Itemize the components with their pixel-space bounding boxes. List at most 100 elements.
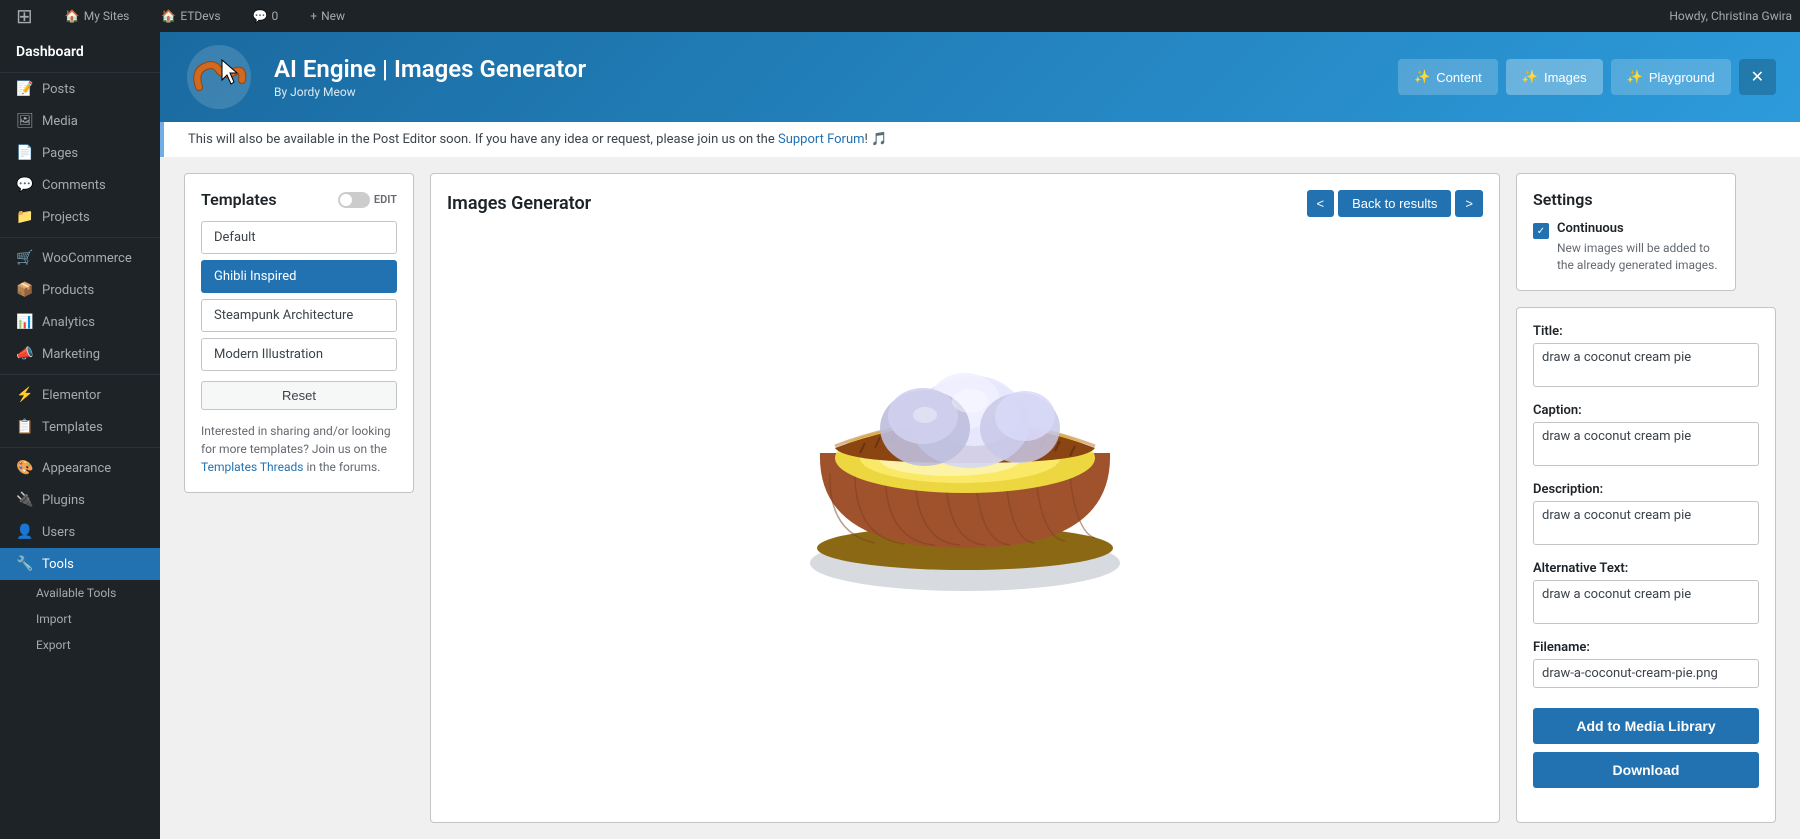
template-default[interactable]: Default <box>201 221 397 254</box>
nav-content-button[interactable]: ✨ Content <box>1398 59 1498 95</box>
edit-toggle-switch[interactable] <box>338 192 370 208</box>
prev-button[interactable]: < <box>1307 190 1335 217</box>
toggle-edit[interactable]: EDIT <box>338 192 397 208</box>
sidebar-item-products[interactable]: 📦 Products <box>0 274 160 306</box>
sidebar-item-elementor[interactable]: ⚡ Elementor <box>0 379 160 411</box>
description-input[interactable] <box>1533 501 1759 545</box>
sidebar-brand: Dashboard <box>0 32 160 73</box>
next-icon: > <box>1465 196 1473 211</box>
three-col-layout: Templates EDIT Default Ghibli Inspired S… <box>160 157 1800 839</box>
plugin-nav: ✨ Content ✨ Images ✨ Playground ✕ <box>1398 59 1776 95</box>
projects-icon: 📁 <box>16 209 34 225</box>
sidebar-item-analytics[interactable]: 📊 Analytics <box>0 306 160 338</box>
prev-icon: < <box>1317 196 1325 211</box>
templates-footer: Interested in sharing and/or looking for… <box>201 422 397 476</box>
sidebar-item-media[interactable]: 🖼 Media <box>0 105 160 137</box>
appearance-icon: 🎨 <box>16 460 34 476</box>
download-button[interactable]: Download <box>1533 752 1759 788</box>
plugin-title: AI Engine | Images Generator <box>274 55 1378 83</box>
title-label: Title: <box>1533 324 1759 339</box>
templates-panel: Templates EDIT Default Ghibli Inspired S… <box>184 173 414 493</box>
generator-header: Images Generator < Back to results > <box>447 190 1483 217</box>
admin-bar-comments[interactable]: 💬 0 <box>245 0 287 32</box>
caption-field-group: Caption: <box>1533 403 1759 470</box>
continuous-description: New images will be added to the already … <box>1557 240 1719 274</box>
sidebar-item-projects[interactable]: 📁 Projects <box>0 201 160 233</box>
templates-header: Templates EDIT <box>201 190 397 209</box>
tools-icon: 🔧 <box>16 556 34 572</box>
sidebar-sub-import[interactable]: Import <box>0 606 160 632</box>
close-icon: ✕ <box>1751 69 1764 86</box>
template-ghibli-inspired[interactable]: Ghibli Inspired <box>201 260 397 293</box>
continuous-label: Continuous <box>1557 221 1719 236</box>
template-steampunk-architecture[interactable]: Steampunk Architecture <box>201 299 397 332</box>
admin-bar-user: Howdy, Christina Gwira <box>1669 9 1792 23</box>
sidebar-item-plugins[interactable]: 🔌 Plugins <box>0 484 160 516</box>
image-container <box>447 233 1483 633</box>
users-icon: 👤 <box>16 524 34 540</box>
posts-icon: 📝 <box>16 81 34 97</box>
add-to-media-button[interactable]: Add to Media Library <box>1533 708 1759 744</box>
sidebar-item-pages[interactable]: 📄 Pages <box>0 137 160 169</box>
title-input[interactable] <box>1533 343 1759 387</box>
content-sparkle-icon: ✨ <box>1414 69 1430 85</box>
right-column: Settings ✓ Continuous New images will be… <box>1516 173 1776 823</box>
sidebar-item-users[interactable]: 👤 Users <box>0 516 160 548</box>
description-field-group: Description: <box>1533 482 1759 549</box>
settings-panel: Settings ✓ Continuous New images will be… <box>1516 173 1736 291</box>
settings-continuous-row: ✓ Continuous New images will be added to… <box>1533 221 1719 274</box>
sidebar-item-posts[interactable]: 📝 Posts <box>0 73 160 105</box>
nav-buttons: < Back to results > <box>1307 190 1483 217</box>
marketing-icon: 📣 <box>16 346 34 362</box>
form-fields-panel: Title: Caption: Description: Alternative… <box>1516 307 1776 823</box>
support-forum-link[interactable]: Support Forum <box>778 132 865 147</box>
admin-bar-new[interactable]: + New <box>302 0 353 32</box>
sidebar-item-comments[interactable]: 💬 Comments <box>0 169 160 201</box>
sidebar-sub-available-tools[interactable]: Available Tools <box>0 580 160 606</box>
sidebar-sub-export[interactable]: Export <box>0 632 160 658</box>
caption-input[interactable] <box>1533 422 1759 466</box>
pie-image <box>775 253 1155 613</box>
close-button[interactable]: ✕ <box>1739 59 1776 95</box>
filename-label: Filename: <box>1533 640 1759 655</box>
templates-threads-link[interactable]: Templates Threads <box>201 460 303 474</box>
back-to-results-button[interactable]: Back to results <box>1338 190 1451 217</box>
generator-panel: Images Generator < Back to results > <box>430 173 1500 823</box>
generator-title: Images Generator <box>447 193 591 214</box>
admin-bar-et-devs[interactable]: 🏠 ETDevs <box>153 0 228 32</box>
sidebar-item-templates[interactable]: 📋 Templates <box>0 411 160 443</box>
title-field-group: Title: <box>1533 324 1759 391</box>
sidebar-item-appearance[interactable]: 🎨 Appearance <box>0 452 160 484</box>
nav-images-button[interactable]: ✨ Images <box>1506 59 1603 95</box>
templates-icon: 📋 <box>16 419 34 435</box>
caption-label: Caption: <box>1533 403 1759 418</box>
media-icon: 🖼 <box>16 113 34 129</box>
sidebar-item-tools[interactable]: 🔧 Tools <box>0 548 160 580</box>
woocommerce-icon: 🛒 <box>16 250 34 266</box>
products-icon: 📦 <box>16 282 34 298</box>
continuous-checkbox[interactable]: ✓ <box>1533 223 1549 239</box>
filename-input[interactable] <box>1533 659 1759 688</box>
settings-title: Settings <box>1533 190 1719 209</box>
nav-playground-button[interactable]: ✨ Playground <box>1611 59 1731 95</box>
playground-sparkle-icon: ✨ <box>1627 69 1643 85</box>
analytics-icon: 📊 <box>16 314 34 330</box>
notice-bar: This will also be available in the Post … <box>160 122 1800 157</box>
admin-bar-logo[interactable]: ⊞ <box>8 0 41 32</box>
plugin-subtitle: By Jordy Meow <box>274 85 1378 99</box>
alt-text-input[interactable] <box>1533 580 1759 624</box>
admin-bar-my-sites[interactable]: 🏠 My Sites <box>57 0 138 32</box>
edit-label: EDIT <box>374 193 397 206</box>
pages-icon: 📄 <box>16 145 34 161</box>
alt-text-field-group: Alternative Text: <box>1533 561 1759 628</box>
next-button[interactable]: > <box>1455 190 1483 217</box>
reset-button[interactable]: Reset <box>201 381 397 410</box>
sidebar-item-marketing[interactable]: 📣 Marketing <box>0 338 160 370</box>
admin-bar: ⊞ 🏠 My Sites 🏠 ETDevs 💬 0 + New Howdy, C… <box>0 0 1800 32</box>
sidebar-item-woocommerce[interactable]: 🛒 WooCommerce <box>0 242 160 274</box>
template-modern-illustration[interactable]: Modern Illustration <box>201 338 397 371</box>
content-area: AI Engine | Images Generator By Jordy Me… <box>160 32 1800 839</box>
images-sparkle-icon: ✨ <box>1522 69 1538 85</box>
description-label: Description: <box>1533 482 1759 497</box>
elementor-icon: ⚡ <box>16 387 34 403</box>
